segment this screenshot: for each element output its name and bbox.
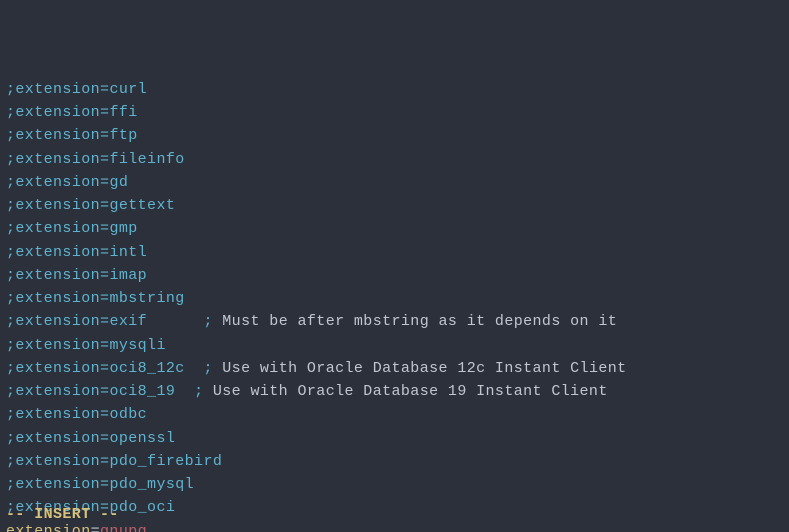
code-line[interactable]: ;extension=odbc — [6, 403, 783, 426]
ini-value: oci8_12c — [109, 360, 184, 377]
ini-value: fileinfo — [109, 151, 184, 168]
inline-comment-semicolon: ; — [194, 383, 213, 400]
ini-value: mbstring — [109, 290, 184, 307]
comment-semicolon: ; — [6, 244, 15, 261]
ini-value: gmp — [109, 220, 137, 237]
code-line[interactable]: ;extension=imap — [6, 264, 783, 287]
ini-key: extension — [15, 81, 100, 98]
ini-value: pdo_mysql — [109, 476, 194, 493]
ini-value: intl — [109, 244, 147, 261]
code-line[interactable]: extension=gnupg — [6, 520, 783, 532]
comment-semicolon: ; — [6, 430, 15, 447]
comment-semicolon: ; — [6, 104, 15, 121]
code-line[interactable]: ;extension=ftp — [6, 124, 783, 147]
ini-key: extension — [15, 244, 100, 261]
code-line[interactable]: ;extension=pdo_firebird — [6, 450, 783, 473]
code-line[interactable]: ;extension=fileinfo — [6, 148, 783, 171]
ini-key: extension — [15, 360, 100, 377]
comment-semicolon: ; — [6, 453, 15, 470]
ini-value: imap — [109, 267, 147, 284]
vim-editor-viewport[interactable]: ;extension=curl;extension=ffi;extension=… — [0, 0, 789, 532]
comment-semicolon: ; — [6, 313, 15, 330]
ini-value: odbc — [109, 406, 147, 423]
ini-key: extension — [15, 104, 100, 121]
ini-value: pdo_firebird — [109, 453, 222, 470]
code-line[interactable]: ;extension=gettext — [6, 194, 783, 217]
inline-comment-text: Use with Oracle Database 12c Instant Cli… — [222, 360, 626, 377]
code-line[interactable]: ;extension=openssl — [6, 427, 783, 450]
code-line[interactable]: ;extension=gmp — [6, 217, 783, 240]
code-line[interactable]: ;extension=oci8_19 ; Use with Oracle Dat… — [6, 380, 783, 403]
ini-key: extension — [15, 406, 100, 423]
code-area[interactable]: ;extension=curl;extension=ffi;extension=… — [6, 78, 783, 532]
comment-semicolon: ; — [6, 81, 15, 98]
code-line[interactable]: ;extension=curl — [6, 78, 783, 101]
inline-comment-semicolon: ; — [203, 313, 222, 330]
ini-value: ffi — [109, 104, 137, 121]
ini-value: pdo_oci — [109, 499, 175, 516]
ini-key: extension — [15, 430, 100, 447]
ini-key: extension — [15, 127, 100, 144]
comment-semicolon: ; — [6, 127, 15, 144]
comment-semicolon: ; — [6, 151, 15, 168]
ini-key: extension — [15, 290, 100, 307]
code-line[interactable]: ;extension=pdo_mysql — [6, 473, 783, 496]
ini-key: extension — [15, 174, 100, 191]
comment-semicolon: ; — [6, 476, 15, 493]
code-line[interactable]: ;extension=ffi — [6, 101, 783, 124]
inline-comment-semicolon: ; — [203, 360, 222, 377]
code-line[interactable]: ;extension=mbstring — [6, 287, 783, 310]
comment-semicolon: ; — [6, 174, 15, 191]
code-line[interactable]: ;extension=intl — [6, 241, 783, 264]
ini-value: gettext — [109, 197, 175, 214]
code-line[interactable]: ;extension=exif ; Must be after mbstring… — [6, 310, 783, 333]
ini-key: extension — [15, 313, 100, 330]
padding — [147, 313, 203, 330]
ini-key: extension — [15, 197, 100, 214]
comment-semicolon: ; — [6, 267, 15, 284]
ini-key: extension — [15, 151, 100, 168]
comment-semicolon: ; — [6, 383, 15, 400]
ini-value: mysqli — [109, 337, 165, 354]
padding — [175, 383, 194, 400]
comment-semicolon: ; — [6, 220, 15, 237]
ini-key: extension — [15, 267, 100, 284]
code-line[interactable]: ;extension=oci8_12c ; Use with Oracle Da… — [6, 357, 783, 380]
ini-value: exif — [109, 313, 147, 330]
comment-semicolon: ; — [6, 337, 15, 354]
comment-semicolon: ; — [6, 406, 15, 423]
ini-value: ftp — [109, 127, 137, 144]
comment-semicolon: ; — [6, 290, 15, 307]
inline-comment-text: Use with Oracle Database 19 Instant Clie… — [213, 383, 608, 400]
code-line[interactable]: ;extension=mysqli — [6, 334, 783, 357]
ini-value: gd — [109, 174, 128, 191]
code-line[interactable]: ;extension=gd — [6, 171, 783, 194]
code-line[interactable]: ;extension=pdo_oci — [6, 496, 783, 519]
ini-key: extension — [15, 476, 100, 493]
ini-value: openssl — [109, 430, 175, 447]
ini-value: oci8_19 — [109, 383, 175, 400]
ini-key: extension — [15, 220, 100, 237]
ini-key: extension — [15, 337, 100, 354]
vim-mode-indicator: -- INSERT -- — [6, 503, 119, 526]
inline-comment-text: Must be after mbstring as it depends on … — [222, 313, 617, 330]
comment-semicolon: ; — [6, 360, 15, 377]
ini-value: curl — [109, 81, 147, 98]
comment-semicolon: ; — [6, 197, 15, 214]
ini-key: extension — [15, 453, 100, 470]
ini-key: extension — [15, 383, 100, 400]
padding — [185, 360, 204, 377]
